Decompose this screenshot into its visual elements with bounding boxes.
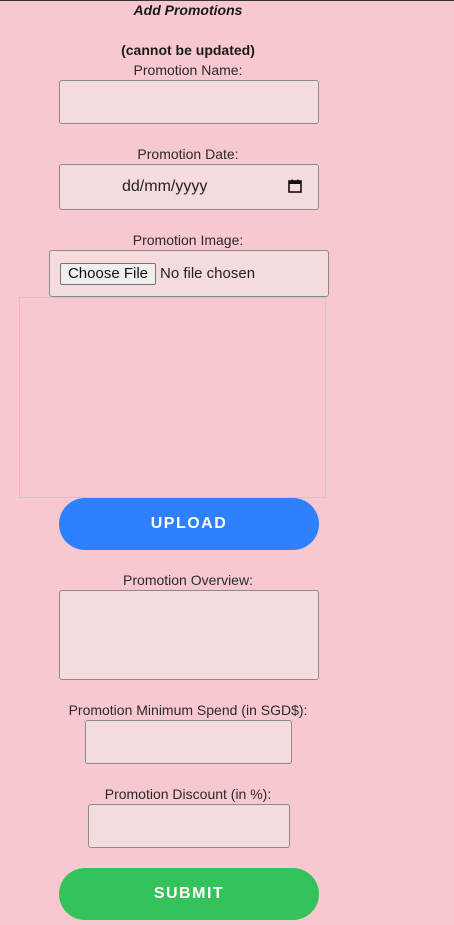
promotion-name-label: Promotion Name: — [133, 62, 243, 78]
promotion-date-label: Promotion Date: — [137, 146, 239, 162]
image-preview — [19, 297, 326, 498]
promotion-overview-textarea[interactable] — [59, 590, 319, 680]
no-file-text: No file chosen — [160, 265, 256, 282]
top-border — [0, 0, 454, 1]
promotion-name-input[interactable] — [59, 80, 319, 124]
calendar-icon[interactable] — [288, 179, 302, 198]
min-spend-label: Promotion Minimum Spend (in SGD$): — [68, 702, 308, 718]
discount-label: Promotion Discount (in %): — [104, 786, 272, 802]
choose-file-button[interactable]: Choose File — [60, 263, 156, 285]
discount-input[interactable] — [88, 804, 290, 848]
date-placeholder: dd/mm/yyyy — [122, 178, 208, 195]
promotion-image-label: Promotion Image: — [132, 232, 244, 248]
min-spend-input[interactable] — [85, 720, 292, 764]
update-note: (cannot be updated) — [121, 42, 255, 58]
promotion-overview-label: Promotion Overview: — [123, 572, 253, 588]
promotion-date-input[interactable]: dd/mm/yyyy — [59, 164, 319, 210]
submit-button[interactable]: SUBMIT — [59, 868, 319, 920]
promotion-image-input[interactable]: Choose File No file chosen — [49, 250, 329, 297]
upload-button[interactable]: UPLOAD — [59, 498, 319, 550]
page-title: Add Promotions — [133, 2, 243, 18]
